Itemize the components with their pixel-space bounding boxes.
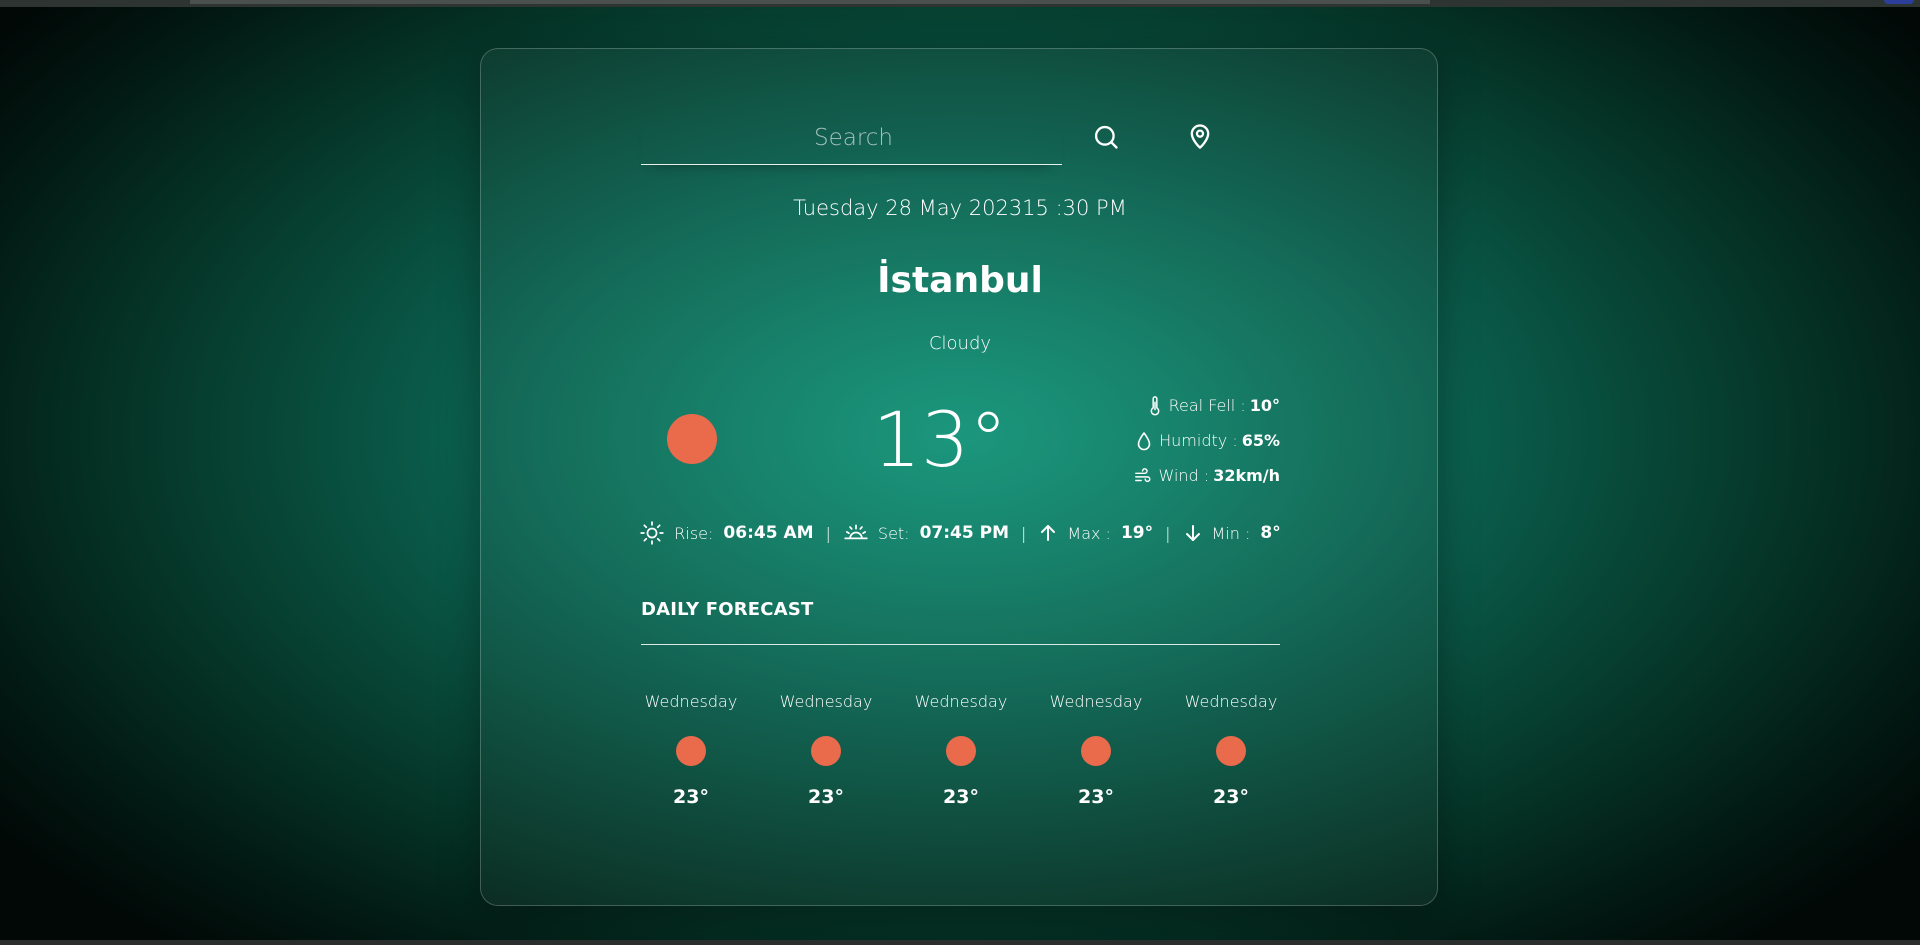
max-label: Max :: [1067, 523, 1111, 543]
weather-icon: [667, 414, 717, 464]
forecast-day: Wednesday: [1184, 692, 1278, 711]
forecast-item: Wednesday 23°: [1167, 692, 1295, 808]
forecast-divider: [641, 644, 1280, 645]
weather-condition: Cloudy: [928, 333, 992, 354]
search-button[interactable]: [1089, 120, 1123, 154]
forecast-item: Wednesday 23°: [762, 692, 890, 808]
forecast-day: Wednesday: [914, 692, 1008, 711]
sun-and-temp-range: Rise: 06:45 AM | Set: 07:45 PM | Max : 1…: [639, 520, 1281, 546]
forecast-weather-icon: [676, 736, 706, 766]
forecast-day: Wednesday: [779, 692, 873, 711]
thermometer-icon: [1150, 395, 1159, 415]
forecast-day: Wednesday: [644, 692, 738, 711]
map-pin-icon: [1190, 124, 1210, 149]
city-name: İstanbul: [877, 260, 1043, 301]
forecast-temp: 23°: [1213, 786, 1249, 808]
browser-bottom-bar: [0, 940, 1920, 945]
sunset-icon: [843, 520, 869, 546]
location-button[interactable]: [1183, 119, 1217, 153]
forecast-temp: 23°: [673, 786, 709, 808]
separator: |: [825, 523, 831, 543]
forecast-title: DAILY FORECAST: [641, 599, 814, 620]
forecast-weather-icon: [1216, 736, 1246, 766]
arrow-down-icon: [1183, 523, 1203, 543]
humidity-row: Humidty : 65%: [1120, 423, 1280, 458]
date-time: Tuesday 28 May 202315 :30 PM: [793, 196, 1127, 220]
forecast-weather-icon: [1081, 736, 1111, 766]
search-field: [641, 112, 1066, 165]
wind-label: Wind :: [1158, 466, 1210, 485]
arrow-up-icon: [1038, 523, 1058, 543]
sunrise-label: Rise:: [674, 523, 714, 543]
forecast-temp: 23°: [1078, 786, 1114, 808]
wind-value: 32km/h: [1213, 466, 1280, 485]
real-feel-label: Real Fell :: [1168, 396, 1246, 415]
search-icon: [1094, 125, 1118, 149]
min-label: Min :: [1211, 523, 1251, 543]
wind-row: Wind : 32km/h: [1120, 458, 1280, 493]
separator: |: [1021, 523, 1027, 543]
forecast-list: Wednesday 23° Wednesday 23° Wednesday 23…: [627, 692, 1295, 808]
forecast-weather-icon: [811, 736, 841, 766]
current-temperature: 13°: [872, 395, 1008, 484]
sunrise-value: 06:45 AM: [723, 523, 814, 543]
humidity-value: 65%: [1241, 431, 1280, 450]
max-value: 19°: [1120, 523, 1154, 543]
forecast-item: Wednesday 23°: [627, 692, 755, 808]
sunset-value: 07:45 PM: [919, 523, 1009, 543]
humidity-label: Humidty :: [1159, 431, 1238, 450]
browser-top-bar: [0, 0, 1920, 7]
wind-icon: [1134, 467, 1150, 482]
sunset-label: Set:: [877, 523, 910, 543]
separator: |: [1165, 523, 1171, 543]
browser-corner-indicator: [1884, 0, 1914, 4]
sunrise-icon: [639, 520, 665, 546]
browser-tab-strip: [190, 0, 1430, 4]
forecast-item: Wednesday 23°: [897, 692, 1025, 808]
droplet-icon: [1137, 431, 1151, 450]
real-feel-value: 10°: [1249, 396, 1280, 415]
weather-details: Real Fell : 10° Humidty : 65% Wind : 32k…: [1120, 388, 1280, 493]
search-input[interactable]: [641, 112, 1066, 164]
forecast-weather-icon: [946, 736, 976, 766]
real-feel-row: Real Fell : 10°: [1120, 388, 1280, 423]
forecast-temp: 23°: [943, 786, 979, 808]
forecast-item: Wednesday 23°: [1032, 692, 1160, 808]
forecast-temp: 23°: [808, 786, 844, 808]
forecast-day: Wednesday: [1049, 692, 1143, 711]
min-value: 8°: [1260, 523, 1281, 543]
